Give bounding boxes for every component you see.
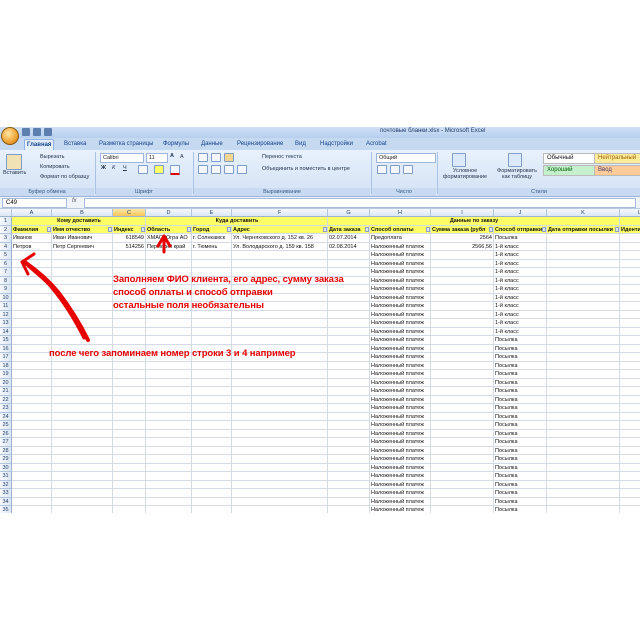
arrow-to-row-numbers-stroke2 — [22, 260, 86, 340]
office-button[interactable] — [1, 127, 19, 145]
annotation-arrows — [20, 234, 172, 342]
